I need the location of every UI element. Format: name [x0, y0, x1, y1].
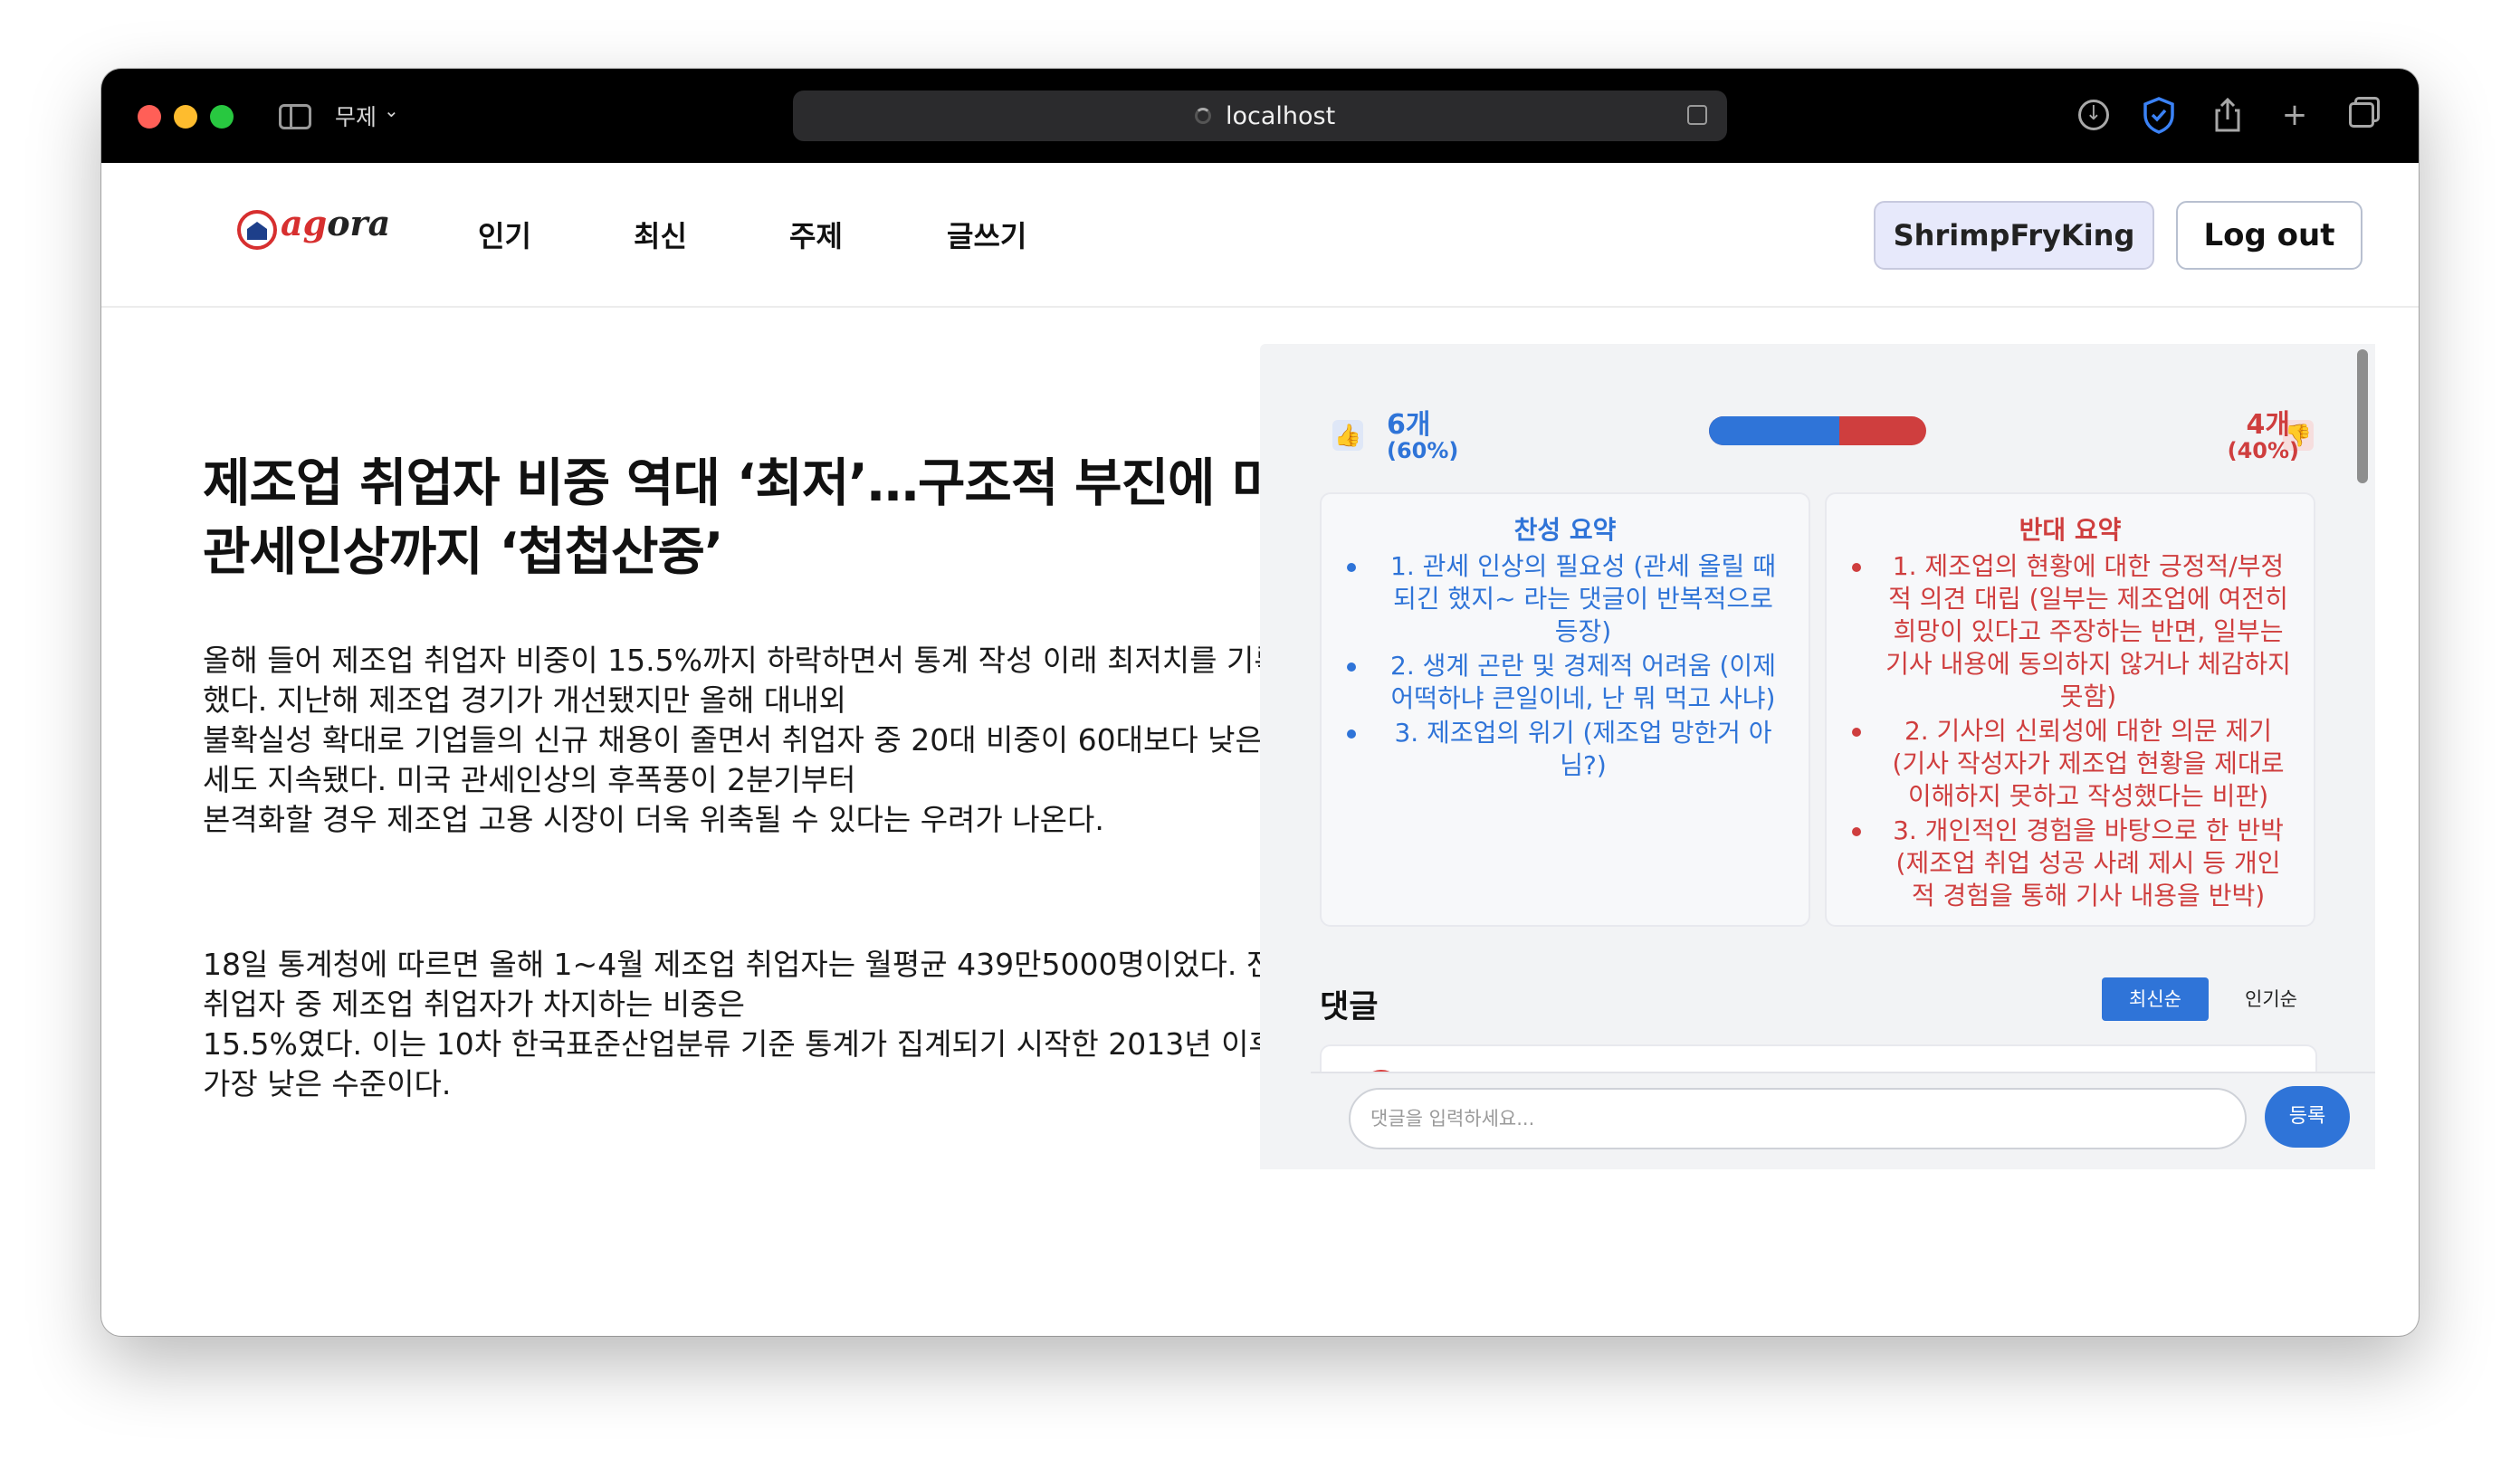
panel-scrollbar[interactable] [2357, 349, 2368, 483]
comments-title: 댓글 [1320, 989, 1379, 1025]
logo-text: agora [281, 203, 391, 243]
user-profile-button[interactable]: ShrimpFryKing [1874, 201, 2154, 270]
pro-summary-item: 3. 제조업의 위기 (제조업 망한거 아님?) [1343, 717, 1787, 782]
vote-ratio-pro-fill [1709, 416, 1839, 445]
download-icon[interactable]: ↓ [2073, 94, 2114, 136]
article: 제조업 취업자 비중 역대 ‘최저’…구조적 부진에 미 관세인상까지 ‘첩첩산… [203, 449, 1307, 1104]
chevron-down-icon[interactable]: ⌄ [384, 100, 399, 121]
share-icon[interactable] [2207, 94, 2248, 136]
zoom-window-button[interactable] [210, 105, 234, 129]
pro-summary-item: 1. 관세 인상의 필요성 (관세 올릴 때 되긴 했지~ 라는 댓글이 반복적… [1343, 550, 1787, 648]
thumbs-up-icon[interactable]: 👍 [1332, 420, 1363, 451]
con-summary-card: 반대 요약 1. 제조업의 현황에 대한 긍정적/부정적 의견 대립 (일부는 … [1825, 492, 2315, 927]
submit-comment-button[interactable]: 등록 [2265, 1086, 2350, 1148]
sidebar-toggle-icon[interactable] [279, 104, 311, 129]
article-paragraph: 18일 통계청에 따르면 올해 1~4월 제조업 취업자는 월평균 439만50… [203, 947, 1302, 1101]
url-text[interactable]: localhost [1226, 102, 1335, 130]
browser-window: 무제 ⌄ localhost ↓ + agora 인기 최신 주제 글쓰기 Sh… [101, 69, 2419, 1336]
opinion-panel: 👍 6개 (60%) 👎 4개 (40%) 찬성 요약 1. 관세 인상의 필요… [1260, 344, 2375, 1169]
con-summary-item: 3. 개인적인 경험을 바탕으로 한 반박 (제조업 취업 성공 사례 제시 등… [1848, 815, 2292, 912]
article-paragraph: 올해 들어 제조업 취업자 비중이 15.5%까지 하락하면서 통계 작성 이래… [203, 643, 1300, 837]
pro-summary-card: 찬성 요약 1. 관세 인상의 필요성 (관세 올릴 때 되긴 했지~ 라는 댓… [1320, 492, 1810, 927]
dislike-percent: (40%) [2227, 438, 2299, 463]
sort-popular-button[interactable]: 인기순 [2218, 977, 2324, 1021]
like-count: 6개 [1387, 409, 1431, 441]
agora-logo[interactable]: agora [237, 203, 390, 253]
address-bar[interactable]: localhost [793, 91, 1727, 141]
nav-topics[interactable]: 주제 [789, 214, 843, 255]
nav-popular[interactable]: 인기 [478, 214, 531, 255]
logo-mark-icon [237, 210, 277, 250]
loading-spinner-icon [1195, 108, 1211, 124]
con-summary-title: 반대 요약 [2019, 515, 2122, 545]
vote-ratio-bar [1709, 416, 1926, 445]
nav-latest[interactable]: 최신 [634, 214, 687, 255]
reader-mode-icon[interactable] [1687, 105, 1707, 125]
close-window-button[interactable] [138, 105, 161, 129]
logout-button[interactable]: Log out [2176, 201, 2362, 270]
sort-latest-button[interactable]: 최신순 [2102, 977, 2209, 1021]
tab-group-title[interactable]: 무제 [335, 100, 377, 132]
pro-summary-title: 찬성 요약 [1513, 515, 1617, 545]
like-percent: (60%) [1387, 438, 1459, 463]
browser-titlebar: 무제 ⌄ localhost ↓ + [101, 69, 2419, 163]
nav-write[interactable]: 글쓰기 [947, 214, 1026, 255]
con-summary-list: 1. 제조업의 현황에 대한 긍정적/부정적 의견 대립 (일부는 제조업에 여… [1848, 550, 2292, 912]
article-title: 제조업 취업자 비중 역대 ‘최저’…구조적 부진에 미 관세인상까지 ‘첩첩산… [203, 453, 1279, 582]
plus-icon[interactable]: + [2274, 94, 2315, 136]
con-summary-item: 2. 기사의 신뢰성에 대한 의문 제기 (기사 작성자가 제조업 현황을 제대… [1848, 715, 2292, 813]
comment-input-bar: 등록 [1311, 1072, 2375, 1169]
comment-input[interactable] [1349, 1088, 2247, 1149]
dislike-count: 4개 [2246, 409, 2290, 441]
con-summary-item: 1. 제조업의 현황에 대한 긍정적/부정적 의견 대립 (일부는 제조업에 여… [1848, 550, 2292, 713]
tab-overview-icon[interactable] [2341, 94, 2382, 136]
site-header: agora 인기 최신 주제 글쓰기 ShrimpFryKing Log out [101, 163, 2419, 308]
pro-summary-item: 2. 생계 곤란 및 경제적 어려움 (이제 어떡하냐 큰일이네, 난 뭐 먹고… [1343, 650, 1787, 715]
pro-summary-list: 1. 관세 인상의 필요성 (관세 올릴 때 되긴 했지~ 라는 댓글이 반복적… [1343, 550, 1787, 782]
minimize-window-button[interactable] [174, 105, 197, 129]
shield-icon[interactable] [2138, 94, 2180, 136]
